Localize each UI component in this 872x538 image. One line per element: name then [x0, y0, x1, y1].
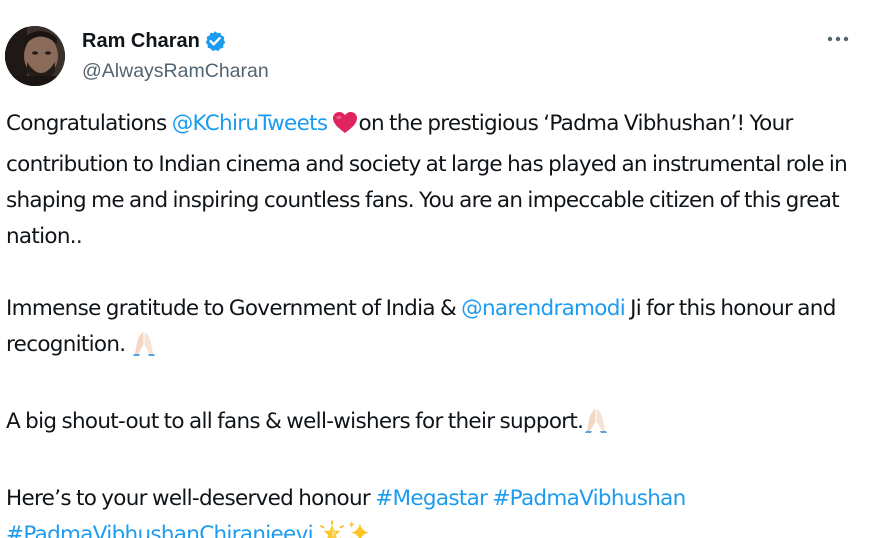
tweet-text-segment: A big shout-out to all fans & well-wishe… — [6, 409, 584, 434]
tweet-text: Congratulations @KChiruTweets on the pre… — [6, 106, 866, 538]
folded-hands-icon — [131, 330, 157, 368]
tweet-paragraph-2: Immense gratitude to Government of India… — [6, 291, 866, 368]
tweet-paragraph-1: Congratulations @KChiruTweets on the pre… — [6, 106, 866, 255]
hashtag-padmavibhushanchiranjeevi-link[interactable]: #PadmaVibhushanChiranjeevi — [6, 522, 314, 538]
tweet-text-segment: Congratulations — [6, 111, 172, 136]
glowing-star-icon — [318, 520, 346, 538]
sparkles-icon — [346, 520, 372, 538]
avatar-image — [5, 26, 65, 86]
mention-kchirutweets-link[interactable]: @KChiruTweets — [172, 111, 328, 136]
more-horizontal-icon — [827, 36, 849, 42]
hashtag-megastar-link[interactable]: #Megastar — [375, 486, 488, 511]
author-name-row: Ram Charan — [82, 28, 226, 54]
red-heart-icon — [332, 111, 358, 147]
author-display-name[interactable]: Ram Charan — [82, 28, 200, 54]
tweet-paragraph-4: Here’s to your well-deserved honour #Meg… — [6, 481, 866, 538]
tweet-text-segment: Immense gratitude to Government of India… — [6, 296, 462, 321]
more-options-button[interactable] — [818, 26, 858, 52]
tweet-text-segment: Here’s to your well-deserved honour — [6, 486, 376, 511]
tweet-header: Ram Charan @AlwaysRamCharan — [0, 0, 872, 100]
mention-narendramodi-link[interactable]: @narendramodi — [461, 296, 626, 321]
verified-badge-icon[interactable] — [204, 30, 226, 52]
avatar[interactable] — [5, 26, 65, 86]
folded-hands-icon — [583, 407, 609, 445]
tweet-paragraph-3: A big shout-out to all fans & well-wishe… — [6, 404, 866, 445]
hashtag-padmavibhushan-link[interactable]: #PadmaVibhushan — [492, 486, 686, 511]
author-handle[interactable]: @AlwaysRamCharan — [82, 58, 269, 84]
